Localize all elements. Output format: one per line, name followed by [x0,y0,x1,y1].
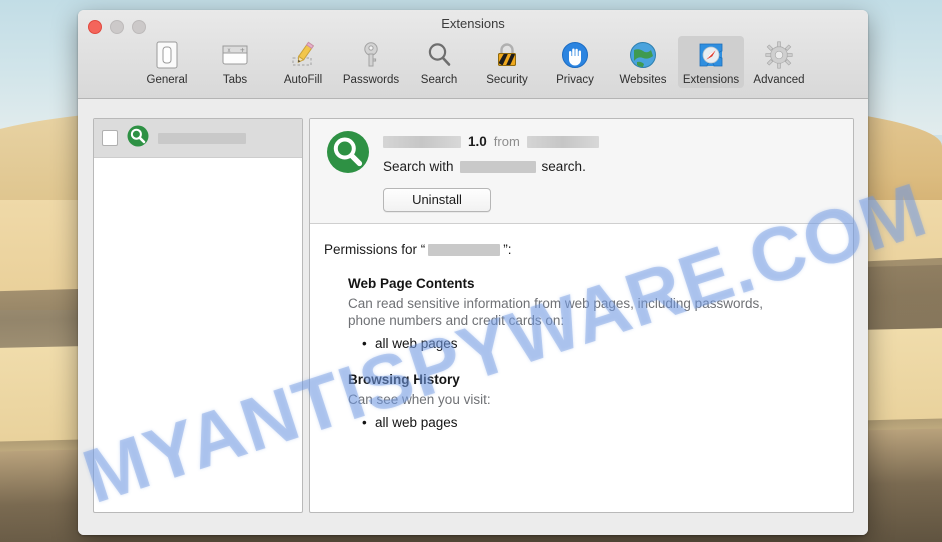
extension-list-row[interactable] [94,119,302,158]
permission-group-description: Can see when you visit: [348,392,491,407]
permission-scope-item: all web pages [362,334,835,353]
toolbar-item-advanced[interactable]: Advanced [746,36,812,88]
extensions-icon [695,39,727,71]
svg-text:+: + [240,46,245,55]
extension-description-name-redacted [459,160,536,173]
extension-enable-checkbox[interactable] [102,130,118,146]
privacy-icon [559,39,591,71]
toolbar-label-privacy: Privacy [556,74,594,86]
window-titlebar: Extensions General x + Tabs AutoFill Pas… [78,10,868,99]
svg-text:x: x [228,48,231,54]
search-icon [423,39,455,71]
toolbar-item-autofill[interactable]: AutoFill [270,36,336,88]
green-magnifier-icon [127,125,149,152]
extension-detail-panel: 1.0 from Search with search. Uninstall P… [309,118,854,513]
extension-meta: 1.0 from Search with search. [383,130,599,174]
advanced-icon [763,39,795,71]
tabs-icon: x + [219,39,251,71]
toolbar-item-general[interactable]: General [134,36,200,88]
green-magnifier-icon-large [326,130,370,174]
uninstall-button[interactable]: Uninstall [383,188,491,212]
extension-from-label: from [493,134,520,149]
toolbar-label-general: General [146,74,188,86]
toolbar-label-websites: Websites [619,74,667,86]
permission-group-description: Can read sensitive information from web … [348,296,763,328]
autofill-icon [287,39,319,71]
permission-group-web-page-contents: Web Page Contents Can read sensitive inf… [324,276,835,353]
websites-icon [627,39,659,71]
permission-group-browsing-history: Browsing History Can see when you visit:… [324,372,835,432]
extension-name-redacted [158,132,246,144]
preferences-toolbar: General x + Tabs AutoFill Passwords Sear… [78,36,868,88]
preferences-window: Extensions General x + Tabs AutoFill Pas… [78,10,868,535]
extension-title-line: 1.0 from [383,133,599,150]
passwords-icon [355,39,387,71]
toolbar-item-websites[interactable]: Websites [610,36,676,88]
toolbar-item-security[interactable]: Security [474,36,540,88]
desktop: Extensions General x + Tabs AutoFill Pas… [0,0,942,542]
permission-scope-list: all web pages [348,413,835,432]
extension-publisher-redacted [526,135,599,148]
extension-version: 1.0 [468,134,487,149]
toolbar-item-extensions[interactable]: Extensions [678,36,744,88]
toolbar-label-tabs: Tabs [222,74,248,86]
permissions-body: Permissions for “ ”: Web Page Contents C… [310,224,853,432]
permission-scope-list: all web pages [348,334,835,353]
preferences-content: 1.0 from Search with search. Uninstall P… [78,99,868,535]
toolbar-label-passwords: Passwords [342,74,400,86]
toolbar-label-search: Search [420,74,458,86]
extensions-list[interactable] [93,118,303,513]
toolbar-label-security: Security [486,74,528,86]
toolbar-label-advanced: Advanced [753,74,805,86]
permission-group-name: Web Page Contents [348,276,475,291]
permissions-heading-prefix: Permissions for “ [324,242,426,257]
permission-scope-item: all web pages [362,413,835,432]
general-icon [151,39,183,71]
security-icon [491,39,523,71]
extension-description-suffix: search. [541,159,586,174]
extension-name-redacted-detail [383,135,461,148]
toolbar-item-search[interactable]: Search [406,36,472,88]
permissions-heading-name-redacted [428,243,501,256]
extension-detail-header: 1.0 from Search with search. Uninstall [310,119,853,224]
toolbar-item-passwords[interactable]: Passwords [338,36,404,88]
toolbar-label-autofill: AutoFill [283,74,323,86]
permissions-heading-suffix: ”: [503,242,512,257]
toolbar-label-extensions: Extensions [682,74,740,86]
toolbar-item-tabs[interactable]: x + Tabs [202,36,268,88]
extension-description: Search with search. [383,159,599,174]
permissions-heading: Permissions for “ ”: [324,242,835,257]
permission-group-name: Browsing History [348,372,460,387]
toolbar-item-privacy[interactable]: Privacy [542,36,608,88]
extension-description-prefix: Search with [383,159,454,174]
window-title: Extensions [441,16,505,31]
